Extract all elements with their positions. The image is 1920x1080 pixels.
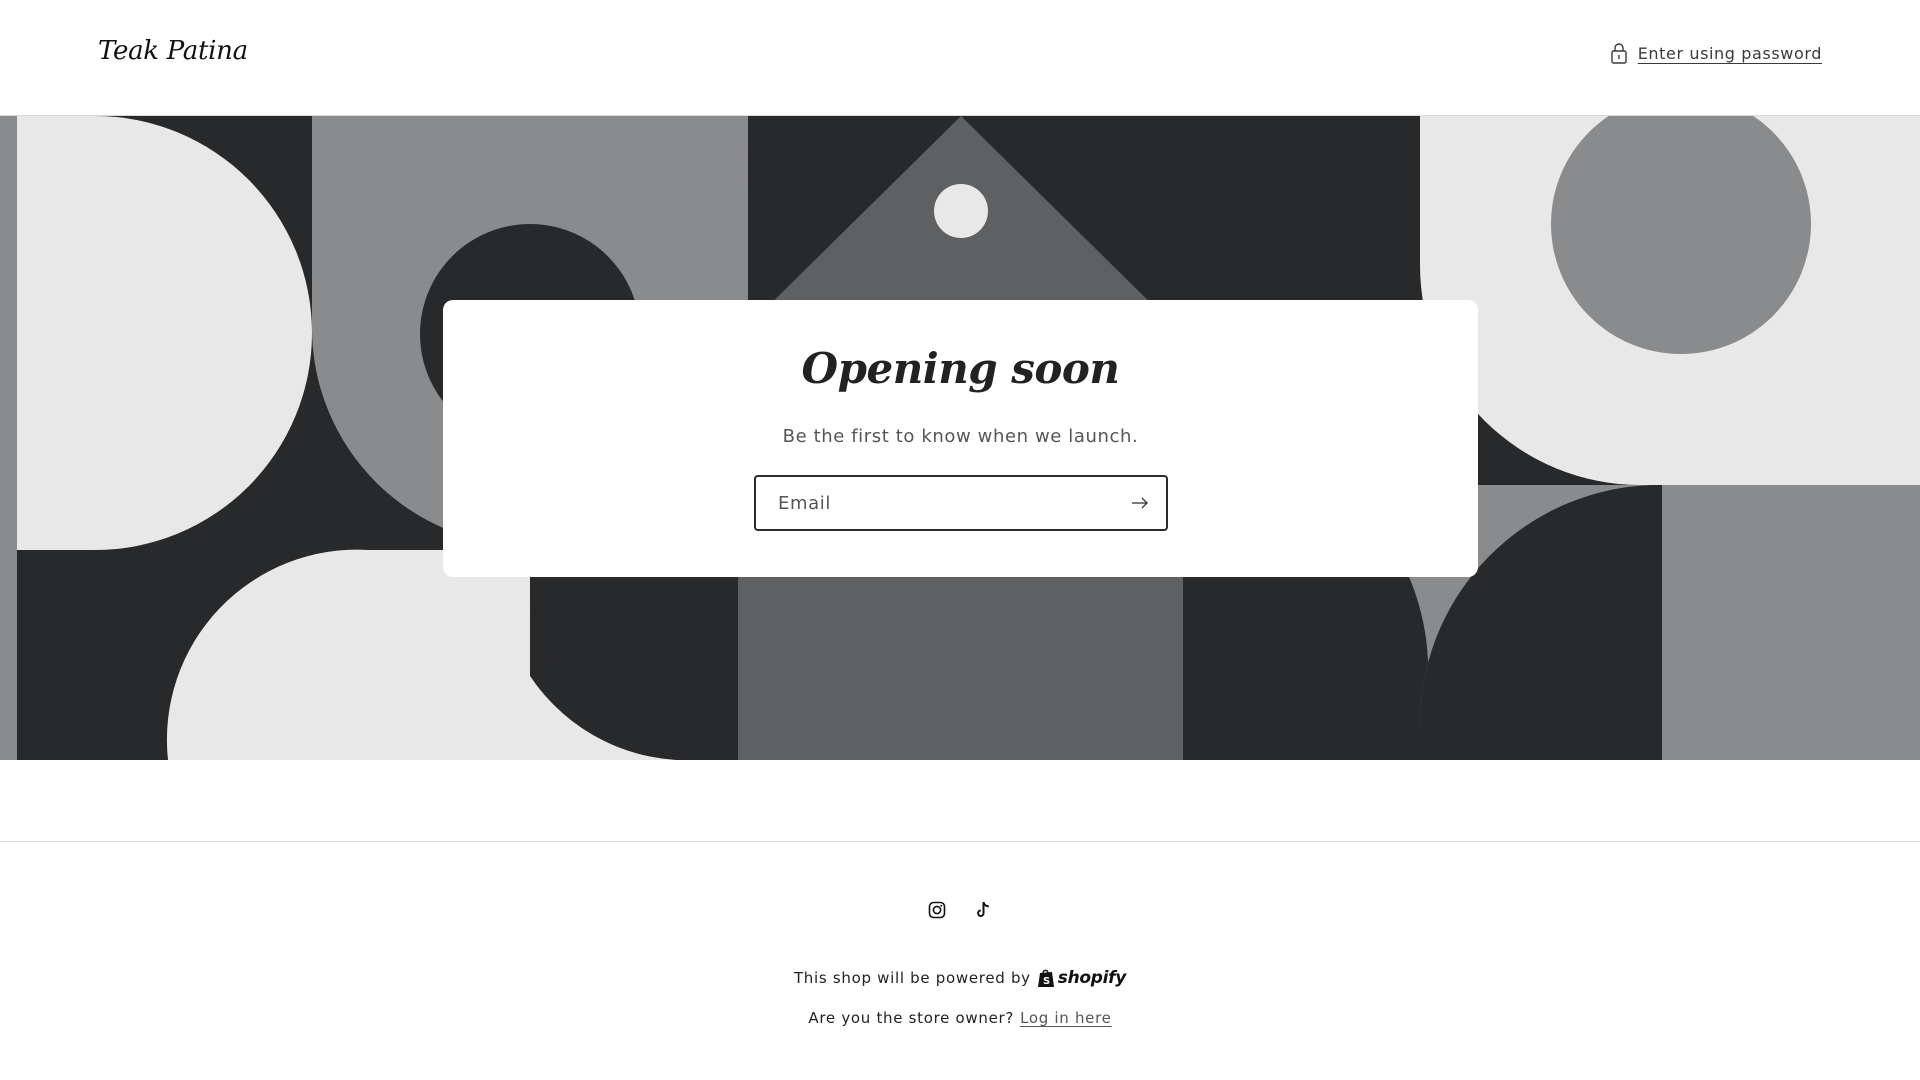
enter-password-label: Enter using password <box>1637 43 1822 63</box>
tiktok-link[interactable] <box>973 898 993 922</box>
email-field-wrapper <box>754 475 1168 531</box>
launch-subtitle: Be the first to know when we launch. <box>782 426 1139 447</box>
shopify-wordmark: shopify <box>1057 968 1127 988</box>
store-owner-line: Are you the store owner? Log in here <box>0 1009 1920 1027</box>
site-header: Teak Patina Enter using password <box>0 0 1920 116</box>
opening-soon-heading: Opening soon <box>801 344 1120 393</box>
subscribe-button[interactable] <box>1120 483 1160 523</box>
powered-by-line: This shop will be powered by S shopify <box>0 968 1920 988</box>
login-link[interactable]: Log in here <box>1020 1009 1112 1027</box>
footer-divider <box>0 841 1920 842</box>
enter-password-link[interactable]: Enter using password <box>1610 42 1822 64</box>
instagram-icon <box>928 901 946 919</box>
hero-banner: Opening soon Be the first to know when w… <box>0 116 1920 760</box>
shopify-logo-link[interactable]: S shopify <box>1037 968 1126 988</box>
owner-prompt: Are you the store owner? <box>808 1009 1015 1027</box>
email-input[interactable] <box>756 477 1166 529</box>
instagram-link[interactable] <box>927 898 947 922</box>
powered-by-text: This shop will be powered by <box>793 969 1031 987</box>
svg-text:S: S <box>1043 976 1051 987</box>
tiktok-icon <box>977 901 989 917</box>
lock-icon <box>1611 43 1627 64</box>
arrow-right-icon <box>1132 497 1148 509</box>
store-title[interactable]: Teak Patina <box>98 36 248 66</box>
shopify-bag-icon: S <box>1037 969 1054 987</box>
newsletter-card: Opening soon Be the first to know when w… <box>443 300 1478 577</box>
social-links <box>0 898 1920 922</box>
